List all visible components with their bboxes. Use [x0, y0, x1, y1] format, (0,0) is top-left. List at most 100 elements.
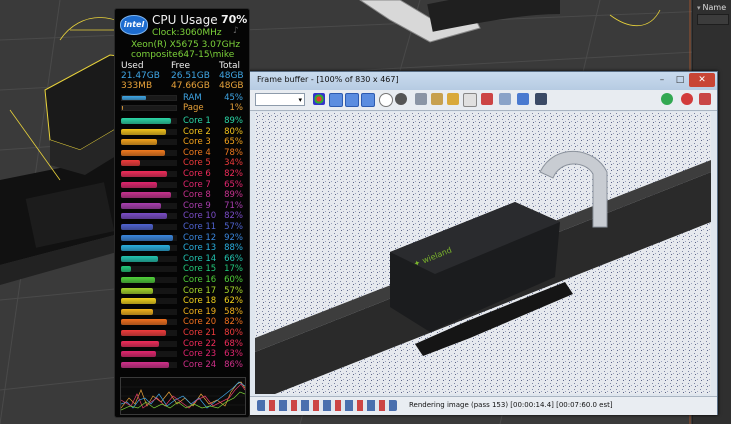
core-meter-9-value: 71%: [224, 200, 243, 211]
core-meter-14-label: Core 14: [183, 253, 217, 264]
core-meter-15-bar: [121, 266, 177, 273]
core-meter-19-value: 58%: [224, 306, 243, 317]
name-field[interactable]: [697, 14, 729, 25]
channel-dropdown[interactable]: ▾: [255, 93, 305, 106]
core-meter-8-bar: [121, 192, 177, 199]
close-button[interactable]: ✕: [689, 73, 715, 87]
core-meter-15-fill: [121, 266, 131, 273]
core-meter-1-fill: [121, 118, 171, 124]
core-meter-16: Core 16 60%: [121, 275, 245, 285]
maximize-button[interactable]: □: [671, 73, 689, 87]
core-meter-1: Core 1 89%: [121, 116, 245, 126]
core-meter-2-bar: [121, 128, 177, 135]
lens-icon[interactable]: [517, 93, 529, 105]
core-meter-3-bar: [121, 139, 177, 146]
core-meter-19: Core 19 58%: [121, 307, 245, 317]
ram-total: 48GB: [219, 71, 244, 81]
save-icon[interactable]: [415, 93, 427, 105]
render-status-text: Rendering image (pass 153) [00:00:14.4] …: [409, 401, 613, 409]
history-icon[interactable]: [463, 93, 477, 107]
frame-buffer-statusbar: Rendering image (pass 153) [00:00:14.4] …: [249, 396, 717, 415]
mono-icon[interactable]: [395, 93, 407, 105]
core-meter-19-fill: [121, 308, 154, 315]
core-meter-1-bar: [121, 118, 177, 124]
core-meter-23: Core 23 63%: [121, 349, 245, 359]
core-meter-9-bar: [121, 202, 177, 209]
core-meter-8-value: 89%: [224, 190, 243, 201]
music-note-icon[interactable]: ♪: [233, 26, 239, 36]
core-meter-4-label: Core 4: [183, 147, 211, 158]
blue-channel-icon[interactable]: [361, 93, 375, 107]
core-meter-13-label: Core 13: [183, 243, 217, 254]
render-image[interactable]: ✦ wieland: [255, 112, 711, 394]
page-meter-label: Page: [183, 103, 204, 113]
core-meter-8-label: Core 8: [183, 190, 211, 201]
core-meter-3-label: Core 3: [183, 137, 211, 148]
core-meter-10-label: Core 10: [183, 211, 217, 222]
red-channel-icon[interactable]: [329, 93, 343, 107]
core-meter-6-fill: [121, 171, 167, 177]
window-title: Frame buffer - [100% of 830 x 467]: [257, 75, 399, 84]
core-meter-17-bar: [121, 287, 177, 294]
core-meter-21-fill: [121, 330, 166, 336]
core-meter-4: Core 4 78%: [121, 148, 245, 158]
core-meter-12-fill: [121, 234, 173, 241]
core-meter-23-value: 63%: [224, 349, 243, 360]
core-meter-12: Core 12 92%: [121, 233, 245, 243]
status-icons-strip[interactable]: [257, 400, 397, 411]
core-meter-18-bar: [121, 298, 177, 305]
core-meter-20-label: Core 20: [183, 317, 217, 328]
display-icon[interactable]: [535, 93, 547, 105]
clear-icon[interactable]: [447, 93, 459, 105]
stop-render-icon[interactable]: [681, 93, 693, 105]
core-meter-11-value: 57%: [224, 222, 243, 232]
ram-meter-label: RAM: [183, 93, 202, 103]
green-channel-icon[interactable]: [345, 93, 359, 107]
clone-icon[interactable]: [431, 93, 443, 105]
frame-buffer-titlebar[interactable]: Frame buffer - [100% of 830 x 467] – □ ✕: [249, 72, 717, 90]
minimize-button[interactable]: –: [653, 73, 671, 87]
core-meter-19-bar: [121, 308, 177, 315]
core-meter-20-bar: [121, 319, 177, 326]
region-icon[interactable]: [481, 93, 493, 105]
name-label: Name: [702, 3, 727, 12]
core-meter-7-label: Core 7: [183, 179, 211, 190]
name-header[interactable]: ▾ Name: [697, 3, 726, 12]
core-meter-3-fill: [121, 139, 158, 146]
core-meter-6: Core 6 82%: [121, 169, 245, 179]
ram-meter-value: 45%: [224, 93, 243, 103]
frame-buffer-toolbar: ▾: [249, 90, 717, 111]
core-meter-4-bar: [121, 149, 177, 156]
core-meter-22-fill: [121, 340, 160, 347]
cpu-usage-gadget[interactable]: intel CPU Usage 70% Clock:3060MHz ♪ Xeon…: [114, 8, 250, 418]
core-meter-9-label: Core 9: [183, 200, 211, 211]
host-name: composite647-15\mike: [131, 50, 235, 60]
core-meter-12-value: 92%: [224, 232, 243, 243]
core-meter-9: Core 9 71%: [121, 201, 245, 211]
refresh-icon[interactable]: [661, 93, 673, 105]
cpu-model: Xeon(R) X5675 3.07GHz: [131, 40, 241, 50]
core-meter-22-bar: [121, 340, 177, 347]
core-meter-5-value: 34%: [224, 158, 243, 169]
core-meter-10-bar: [121, 213, 177, 220]
core-meter-17-fill: [121, 287, 153, 294]
track-mouse-icon[interactable]: [499, 93, 511, 105]
core-meter-9-fill: [121, 202, 161, 209]
render-icon[interactable]: [699, 93, 711, 105]
color-channels-icon[interactable]: [313, 93, 325, 105]
ram-free: 26.51GB: [171, 71, 210, 81]
core-meter-4-value: 78%: [224, 147, 243, 158]
free-header: Free: [171, 61, 191, 71]
core-meter-5-label: Core 5: [183, 158, 211, 169]
core-meter-6-value: 82%: [224, 169, 243, 179]
page-meter-value: 1%: [229, 103, 244, 113]
intel-logo: intel: [120, 15, 148, 35]
total-cpu-percent: 70%: [221, 13, 248, 26]
core-meter-24-value: 86%: [224, 359, 243, 370]
alpha-icon[interactable]: [379, 93, 393, 107]
core-meter-2: Core 2 80%: [121, 127, 245, 137]
total-header: Total: [219, 61, 241, 71]
core-meter-21-label: Core 21: [183, 328, 217, 338]
collapse-triangle-icon[interactable]: ▾: [697, 4, 701, 12]
clock-speed: Clock:3060MHz: [152, 28, 222, 38]
